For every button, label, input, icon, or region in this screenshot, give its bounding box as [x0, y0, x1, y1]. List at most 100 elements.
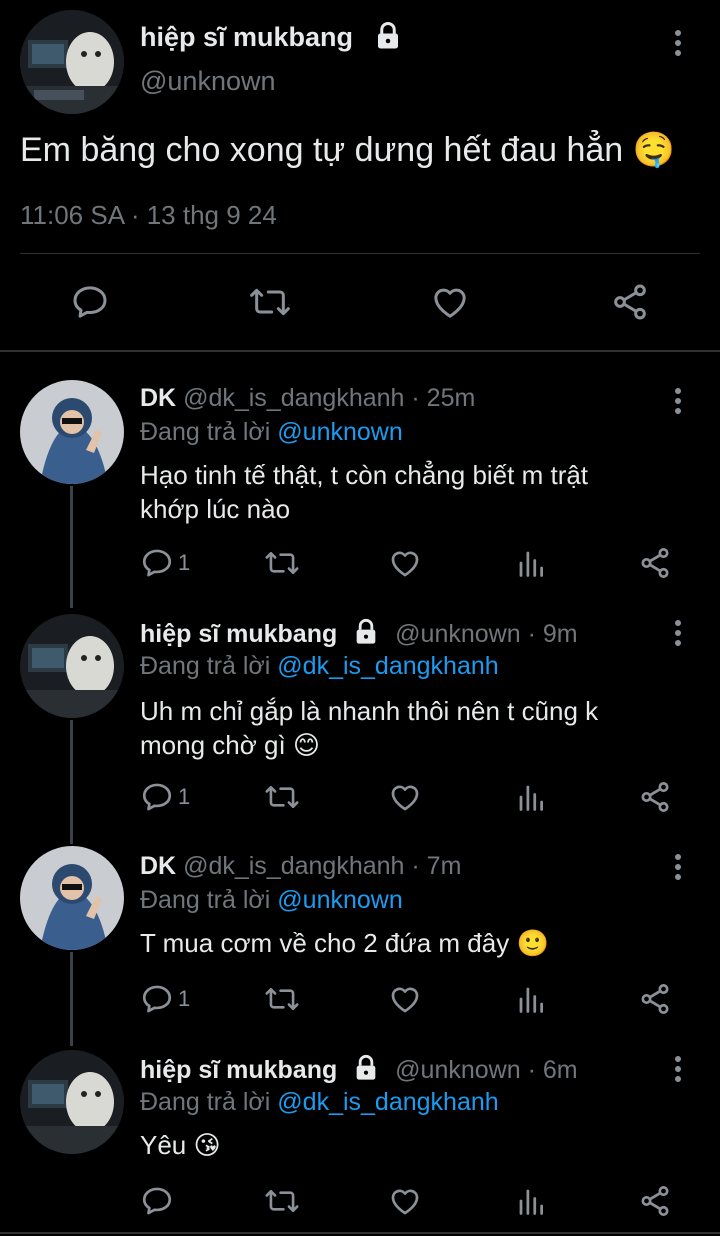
retweet-button[interactable] [264, 982, 300, 1016]
reply-button[interactable] [140, 1184, 174, 1218]
divider [0, 350, 720, 352]
share-icon [614, 284, 646, 320]
more-options-icon[interactable] [674, 854, 682, 884]
share-button[interactable] [638, 546, 672, 580]
retweet-icon [265, 551, 299, 575]
views-button[interactable] [516, 1186, 546, 1216]
reply-action-bar: 1 [140, 780, 680, 816]
like-button[interactable] [388, 546, 422, 580]
more-options-icon[interactable] [674, 388, 682, 418]
share-button[interactable] [610, 282, 650, 322]
bar-chart-icon [519, 987, 543, 1013]
replying-to: Đang trả lời @dk_is_dangkhanh [140, 652, 499, 680]
reply-button[interactable] [70, 282, 110, 322]
divider [20, 253, 700, 254]
handle[interactable]: @dk_is_dangkhanh [183, 852, 404, 880]
lock-icon [377, 21, 398, 49]
views-button[interactable] [516, 548, 546, 578]
thread-line [70, 486, 73, 608]
reply-time: · 7m [411, 852, 462, 880]
retweet-icon [265, 1189, 299, 1213]
avatar[interactable] [20, 380, 124, 484]
tweet-timestamp: 11:06 SA · 13 thg 9 24 [20, 200, 277, 230]
reply-header: hiệp sĩ mukbang @unknown · 9m [140, 619, 578, 649]
tweet-text: Em băng cho xong tự dưng hết đau hẳn 🤤 [20, 131, 675, 169]
retweet-button[interactable] [264, 1184, 300, 1218]
retweet-icon [250, 288, 290, 316]
retweet-button[interactable] [264, 780, 300, 814]
display-name[interactable]: DK [140, 384, 176, 412]
reply-button[interactable] [140, 982, 174, 1016]
reply-time: · 9m [527, 620, 578, 648]
reply-text-line: mong chờ gì 😊 [140, 730, 321, 760]
lock-icon [356, 1055, 376, 1081]
avatar[interactable] [20, 1050, 124, 1154]
bar-chart-icon [519, 551, 543, 577]
avatar[interactable] [20, 846, 124, 950]
reply-time: · 6m [527, 1056, 578, 1084]
reply-text-line: T mua cơm về cho 2 đứa m đây 🙂 [140, 928, 549, 958]
reply-icon [142, 549, 172, 577]
replying-to: Đang trả lời @dk_is_dangkhanh [140, 1088, 499, 1116]
share-icon [641, 984, 669, 1014]
handle[interactable]: @dk_is_dangkhanh [183, 384, 404, 412]
share-button[interactable] [638, 1184, 672, 1218]
mention-link[interactable]: @unknown [277, 886, 402, 914]
share-icon [641, 782, 669, 812]
replying-to: Đang trả lời @unknown [140, 418, 403, 446]
display-name[interactable]: hiệp sĩ mukbang [140, 620, 337, 648]
share-icon [641, 1186, 669, 1216]
reply-text-line: Yêu 😘 [140, 1130, 221, 1160]
reply-header: DK @dk_is_dangkhanh · 7m [140, 852, 461, 881]
reply-action-bar: 1 [140, 546, 680, 582]
reply-header: DK @dk_is_dangkhanh · 25m [140, 384, 475, 413]
reply-button[interactable] [140, 780, 174, 814]
like-button[interactable] [388, 780, 422, 814]
retweet-button[interactable] [264, 546, 300, 580]
heart-icon [391, 785, 419, 811]
mention-link[interactable]: @dk_is_dangkhanh [277, 1088, 498, 1116]
reply-icon [142, 985, 172, 1013]
retweet-icon [265, 987, 299, 1011]
bar-chart-icon [519, 785, 543, 811]
display-name[interactable]: hiệp sĩ mukbang [140, 1056, 337, 1084]
heart-icon [434, 288, 466, 318]
avatar[interactable] [20, 10, 124, 114]
thread-line [70, 720, 73, 844]
reply-text-line: Uh m chỉ gắp là nhanh thôi nên t cũng k [140, 696, 599, 726]
divider [0, 1232, 720, 1234]
like-button[interactable] [429, 282, 471, 322]
more-options-icon[interactable] [674, 30, 682, 60]
heart-icon [391, 987, 419, 1013]
heart-icon [391, 551, 419, 577]
retweet-button[interactable] [248, 282, 292, 322]
handle[interactable]: @unknown [395, 1056, 520, 1084]
mention-link[interactable]: @unknown [277, 418, 402, 446]
reply-icon [142, 1187, 172, 1215]
more-options-icon[interactable] [674, 620, 682, 650]
share-button[interactable] [638, 982, 672, 1016]
reply-count: 1 [178, 784, 191, 809]
handle[interactable]: @unknown [395, 620, 520, 648]
avatar[interactable] [20, 614, 124, 718]
like-button[interactable] [388, 982, 422, 1016]
display-name[interactable]: DK [140, 852, 176, 880]
thread-line [70, 952, 73, 1046]
replying-to: Đang trả lời @unknown [140, 886, 403, 914]
reply-icon [142, 783, 172, 811]
display-name[interactable]: hiệp sĩ mukbang [140, 21, 403, 53]
reply-count: 1 [178, 550, 191, 575]
reply-time: · 25m [411, 384, 476, 412]
reply-button[interactable] [140, 546, 174, 580]
heart-icon [391, 1189, 419, 1215]
share-icon [641, 548, 669, 578]
share-button[interactable] [638, 780, 672, 814]
handle[interactable]: @unknown [140, 66, 276, 97]
reply-icon [73, 286, 107, 318]
bar-chart-icon [519, 1189, 543, 1215]
mention-link[interactable]: @dk_is_dangkhanh [277, 652, 498, 680]
views-button[interactable] [516, 782, 546, 812]
like-button[interactable] [388, 1184, 422, 1218]
more-options-icon[interactable] [674, 1056, 682, 1086]
views-button[interactable] [516, 984, 546, 1014]
